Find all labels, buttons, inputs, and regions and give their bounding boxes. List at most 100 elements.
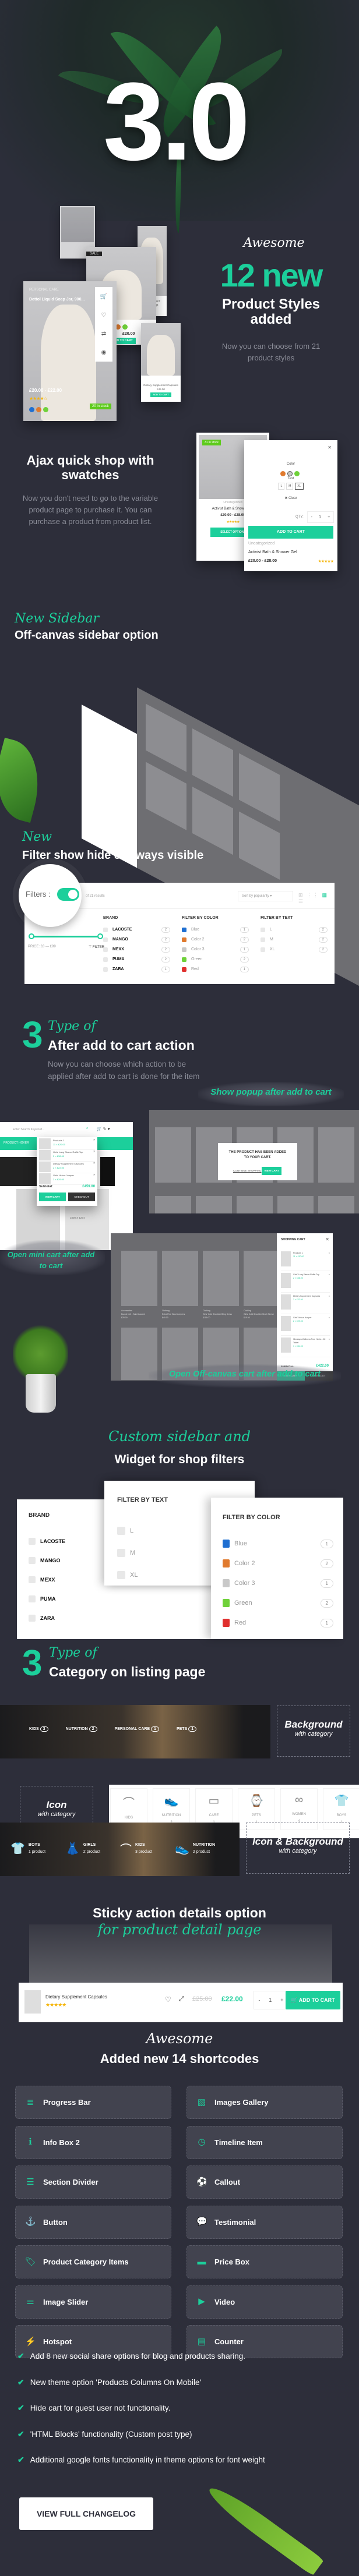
category-item[interactable]: 👕 BOYS 1 product [10, 1840, 51, 1857]
text-option-label: M [130, 1549, 136, 1556]
close-icon[interactable]: ✕ [328, 445, 332, 450]
cart-icon[interactable]: 🛒 [100, 293, 107, 300]
category-link[interactable]: NUTRITION 2 [66, 1726, 97, 1732]
remove-item-icon[interactable]: × [93, 1162, 95, 1173]
brand-option[interactable]: LACOSTE [29, 1531, 65, 1551]
filter-option[interactable]: Blue 1 [182, 925, 249, 935]
checkbox[interactable] [103, 937, 108, 942]
remove-item-icon[interactable]: × [329, 1337, 330, 1357]
remove-item-icon[interactable]: × [329, 1316, 330, 1335]
category-link[interactable]: KIDS 3 [29, 1726, 48, 1732]
eye-icon[interactable]: ◉ [101, 349, 107, 356]
heart-icon[interactable]: ♡ [165, 1995, 171, 2004]
checkbox[interactable] [29, 1595, 36, 1602]
brand-option[interactable]: MEXX [29, 1570, 65, 1589]
filter-option[interactable]: PUMA 2 [103, 954, 170, 964]
checkbox[interactable] [117, 1571, 125, 1579]
remove-item-icon[interactable]: × [329, 1294, 330, 1314]
remove-item-icon[interactable]: × [329, 1273, 330, 1292]
brand-option[interactable]: ZARA [29, 1608, 65, 1627]
size-options[interactable]: L M XL [244, 483, 337, 490]
filters-toggle-switch[interactable] [57, 888, 79, 901]
quantity-stepper[interactable]: -1 + [254, 1991, 288, 2009]
view-cart-button[interactable]: VIEW CART [39, 1193, 66, 1201]
size-option[interactable]: L [278, 483, 285, 490]
color-option[interactable]: Green 2 [223, 1593, 333, 1613]
checkout-button[interactable]: CHECKOUT [68, 1193, 95, 1201]
search-icon[interactable]: ⌕ [86, 1127, 88, 1131]
remove-item-icon[interactable]: × [93, 1150, 95, 1161]
remove-item-icon[interactable]: × [93, 1138, 95, 1149]
heart-icon[interactable]: ♡ [101, 312, 107, 319]
remove-item-icon[interactable]: × [329, 1251, 330, 1271]
sort-select[interactable]: Sort by popularity ▾ [238, 891, 293, 901]
checkbox[interactable] [261, 937, 265, 942]
search-input[interactable]: Enter Search Keyword... [13, 1128, 44, 1131]
add-to-cart-button[interactable]: 🛒 ADD TO CART [286, 1991, 340, 2009]
category-item[interactable]: ⌒ KIDS 3 product [120, 1840, 161, 1857]
slider-handle-max[interactable] [97, 933, 103, 939]
filter-option[interactable]: Color 2 2 [182, 935, 249, 944]
brand-logo: ZARA [40, 1615, 55, 1621]
category-item[interactable]: 👗 GIRLS 2 product [65, 1840, 106, 1857]
view-toggle-icons[interactable]: ⊞ ⋮⋮ ▦ ☰ [298, 892, 335, 905]
checkbox[interactable] [29, 1537, 36, 1545]
brand-option[interactable]: PUMA [29, 1589, 65, 1608]
compare-icon[interactable]: ⇄ [101, 331, 106, 337]
checkbox[interactable] [261, 947, 265, 952]
category-link[interactable]: PETS 1 [177, 1726, 197, 1732]
menu-item[interactable]: PRODUCT HOVER [3, 1141, 29, 1145]
filter-button[interactable]: ⊤ FILTER [89, 945, 104, 949]
checkbox[interactable] [29, 1556, 36, 1564]
checkbox[interactable] [117, 1549, 125, 1557]
add-to-cart-button[interactable]: ADD TO CART [248, 526, 333, 539]
filter-option[interactable]: Color 3 1 [182, 944, 249, 954]
cart-icon[interactable]: 🛒 ✎ ♥ [97, 1127, 110, 1131]
item-name: Products 1 [53, 1139, 65, 1142]
checkbox[interactable] [117, 1527, 125, 1535]
checkbox[interactable] [103, 947, 108, 952]
size-option[interactable]: M [286, 483, 294, 490]
progress-bar-icon: ≣ [26, 2097, 34, 2107]
text-option[interactable]: M [117, 1542, 138, 1564]
compare-icon[interactable]: ⤢ [179, 1995, 184, 2003]
filter-option[interactable]: MEXX 2 [103, 944, 170, 954]
text-option[interactable]: L [117, 1520, 138, 1542]
checkbox[interactable] [29, 1614, 36, 1622]
remove-item-icon[interactable]: × [93, 1173, 95, 1184]
filter-option[interactable]: Green 2 [182, 954, 249, 964]
color-option[interactable]: Red 1 [223, 1613, 333, 1633]
checkbox[interactable] [103, 957, 108, 962]
category-item[interactable]: 👟 NUTRITION 2 product [175, 1840, 216, 1857]
text-option[interactable]: XL [117, 1564, 138, 1586]
checkbox[interactable] [103, 927, 108, 932]
checkbox[interactable] [29, 1576, 36, 1583]
category-link[interactable]: PERSONAL CARE 1 [115, 1726, 159, 1732]
color-option[interactable]: Color 2 2 [223, 1554, 333, 1573]
filter-option[interactable]: MANGO 2 [103, 935, 170, 944]
checkbox[interactable] [261, 927, 265, 932]
add-to-cart-button[interactable]: ADD TO CART [150, 392, 171, 397]
filter-option[interactable]: Red 1 [182, 964, 249, 974]
brand-option[interactable]: MANGO [29, 1551, 65, 1570]
continue-shopping-link[interactable]: CONTINUE SHOPPING [233, 1169, 262, 1172]
filter-option[interactable]: M2 [261, 935, 328, 944]
color-option[interactable]: Blue 1 [223, 1534, 333, 1554]
filter-option[interactable]: XL 2 [261, 944, 328, 954]
close-icon[interactable]: ✕ [325, 1237, 329, 1242]
view-cart-button[interactable]: VIEW CART [262, 1167, 281, 1175]
checkbox[interactable] [103, 967, 108, 972]
price-slider[interactable] [30, 936, 100, 937]
filter-option[interactable]: L2 [261, 925, 328, 935]
quantity-stepper[interactable]: -1 + [307, 511, 334, 523]
filter-option[interactable]: LACOSTE 2 [103, 925, 170, 935]
shortcode-label: Image Slider [43, 2297, 89, 2306]
clear-link[interactable]: ✖ Clear [244, 496, 337, 500]
images-gallery-icon: ▧ [197, 2097, 206, 2107]
slider-handle-min[interactable] [29, 933, 34, 939]
filter-option[interactable]: ZARA 1 [103, 964, 170, 974]
color-option[interactable]: Color 3 1 [223, 1573, 333, 1593]
category-name: WOMEN [292, 1813, 306, 1816]
view-full-changelog-button[interactable]: VIEW FULL CHANGELOG [19, 2497, 153, 2530]
size-option[interactable]: XL [295, 483, 304, 490]
